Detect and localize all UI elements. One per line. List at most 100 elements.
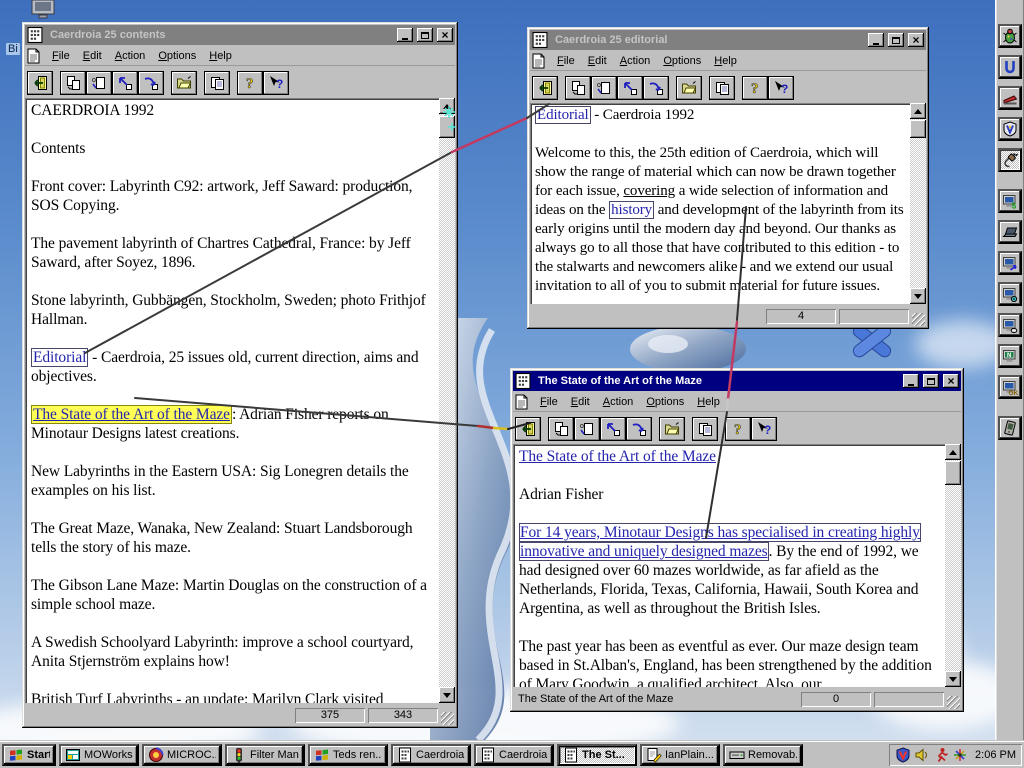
context-help-button[interactable]: ? xyxy=(768,75,794,100)
close-button[interactable]: × xyxy=(437,28,453,42)
spring-launcher-button[interactable] xyxy=(997,55,1022,79)
desktop-icon-partial[interactable] xyxy=(30,0,56,19)
start-button[interactable]: Start xyxy=(2,744,56,766)
scroll-track[interactable] xyxy=(910,119,926,288)
taskbar-button-caerdroia-[interactable]: Caerdroia... xyxy=(474,744,554,766)
hyperlink[interactable]: Editorial xyxy=(31,348,89,367)
scroll-track[interactable] xyxy=(945,460,961,671)
pda-launcher-button[interactable] xyxy=(997,416,1022,440)
copy-button[interactable] xyxy=(709,75,735,100)
menu-help[interactable]: Help xyxy=(203,48,239,64)
minimize-button[interactable] xyxy=(903,374,919,388)
exit-button[interactable] xyxy=(532,75,558,100)
titlebar[interactable]: Caerdroia 25 contents × xyxy=(25,25,455,45)
computer-camera-launcher-button[interactable] xyxy=(997,282,1022,306)
scroll-track[interactable] xyxy=(439,114,455,687)
paste-document-button[interactable]: o xyxy=(591,75,617,100)
document-menu-icon[interactable] xyxy=(531,53,547,69)
taskbar-clock[interactable]: 2:06 PM xyxy=(975,749,1016,761)
document-menu-icon[interactable] xyxy=(514,394,530,410)
taskbar-button-teds-ren-[interactable]: Teds ren... xyxy=(308,744,388,766)
maximize-button[interactable] xyxy=(923,374,939,388)
copy-button[interactable] xyxy=(692,416,718,441)
scroll-thumb[interactable] xyxy=(910,120,926,138)
shield-launcher-button[interactable] xyxy=(997,117,1022,141)
titlebar[interactable]: The State of the Art of the Maze × xyxy=(513,371,961,391)
scroll-up-button[interactable] xyxy=(945,444,961,460)
menu-edit[interactable]: Edit xyxy=(582,53,614,69)
minimize-button[interactable] xyxy=(397,28,413,42)
taskbar-button-removab-[interactable]: Removab... xyxy=(723,744,803,766)
menu-file[interactable]: File xyxy=(551,53,582,69)
bug-launcher-button[interactable] xyxy=(997,24,1022,48)
close-button[interactable]: × xyxy=(943,374,959,388)
desktop-icon-label[interactable]: Bi xyxy=(6,43,20,55)
scroll-thumb[interactable] xyxy=(439,116,455,138)
taskbar-button-the-st-[interactable]: The St... xyxy=(557,744,637,766)
follow-link-button[interactable] xyxy=(617,75,643,100)
virus-shield-icon[interactable] xyxy=(895,747,911,763)
computer-dollar-launcher-button[interactable]: $ xyxy=(997,189,1022,213)
maximize-button[interactable] xyxy=(888,33,904,47)
scroll-down-button[interactable] xyxy=(945,671,961,687)
minimize-button[interactable] xyxy=(868,33,884,47)
running-man-icon[interactable] xyxy=(933,747,949,763)
exit-button[interactable] xyxy=(27,70,53,95)
complete-link-button[interactable] xyxy=(626,416,652,441)
complete-link-button[interactable] xyxy=(643,75,669,100)
help-button[interactable]: ? xyxy=(725,416,751,441)
follow-link-button[interactable] xyxy=(600,416,626,441)
menu-options[interactable]: Options xyxy=(640,394,691,410)
vertical-scrollbar[interactable] xyxy=(945,444,961,687)
taskbar-button-caerdroia-[interactable]: Caerdroia... xyxy=(391,744,471,766)
computer-ok-launcher-button[interactable]: OK xyxy=(997,375,1022,399)
taskbar-button-filter-man-[interactable]: Filter Man... xyxy=(225,744,305,766)
vertical-scrollbar[interactable] xyxy=(439,98,455,703)
document-menu-icon[interactable] xyxy=(26,48,42,64)
hyperlink[interactable]: The State of the Art of the Maze xyxy=(31,405,232,424)
paste-document-button[interactable]: o xyxy=(86,70,112,95)
document-content[interactable]: CAERDROIA 1992 Contents Front cover: Labyr… xyxy=(25,98,439,703)
vertical-scrollbar[interactable] xyxy=(910,103,926,304)
hyperlink[interactable]: history xyxy=(609,201,655,219)
menu-help[interactable]: Help xyxy=(708,53,744,69)
complete-link-button[interactable] xyxy=(138,70,164,95)
context-help-button[interactable]: ? xyxy=(751,416,777,441)
copy-document-button[interactable] xyxy=(60,70,86,95)
menu-edit[interactable]: Edit xyxy=(565,394,597,410)
scroll-up-button[interactable] xyxy=(910,103,926,119)
resize-grip[interactable] xyxy=(947,696,960,709)
menu-file[interactable]: File xyxy=(534,394,565,410)
menu-edit[interactable]: Edit xyxy=(77,48,109,64)
exit-button[interactable] xyxy=(515,416,541,441)
starburst-icon[interactable] xyxy=(952,747,968,763)
copy-document-button[interactable] xyxy=(548,416,574,441)
computer-arrow-launcher-button[interactable] xyxy=(997,251,1022,275)
open-folder-button[interactable] xyxy=(171,70,197,95)
menu-help[interactable]: Help xyxy=(691,394,727,410)
copy-document-button[interactable] xyxy=(565,75,591,100)
computer-mouse-launcher-button[interactable] xyxy=(997,313,1022,337)
scroll-thumb[interactable] xyxy=(945,461,961,485)
menu-options[interactable]: Options xyxy=(152,48,203,64)
menu-action[interactable]: Action xyxy=(614,53,658,69)
hyperlink[interactable]: The State of the Art of the Maze xyxy=(519,448,716,465)
document-content[interactable]: Editorial - Caerdroia 1992 Welcome to thi… xyxy=(530,103,910,304)
menu-options[interactable]: Options xyxy=(657,53,708,69)
laptop-launcher-button[interactable] xyxy=(997,220,1022,244)
document-content[interactable]: The State of the Art of the Maze Adrian F… xyxy=(513,444,945,687)
taskbar-button-microc-[interactable]: MICROC... xyxy=(142,744,222,766)
resize-grip[interactable] xyxy=(912,313,925,326)
scroll-down-button[interactable] xyxy=(439,687,455,703)
follow-link-button[interactable] xyxy=(112,70,138,95)
volume-icon[interactable] xyxy=(914,747,930,763)
scroll-up-button[interactable] xyxy=(439,98,455,114)
menu-action[interactable]: Action xyxy=(109,48,153,64)
taskbar-button-ianplain-[interactable]: IanPlain.... xyxy=(640,744,720,766)
menu-action[interactable]: Action xyxy=(597,394,641,410)
taskbar-button-moworks[interactable]: MOWorks xyxy=(59,744,139,766)
computer-screen-launcher-button[interactable]: N xyxy=(997,344,1022,368)
open-folder-button[interactable] xyxy=(676,75,702,100)
titlebar[interactable]: Caerdroia 25 editorial × xyxy=(530,30,926,50)
copy-button[interactable] xyxy=(204,70,230,95)
